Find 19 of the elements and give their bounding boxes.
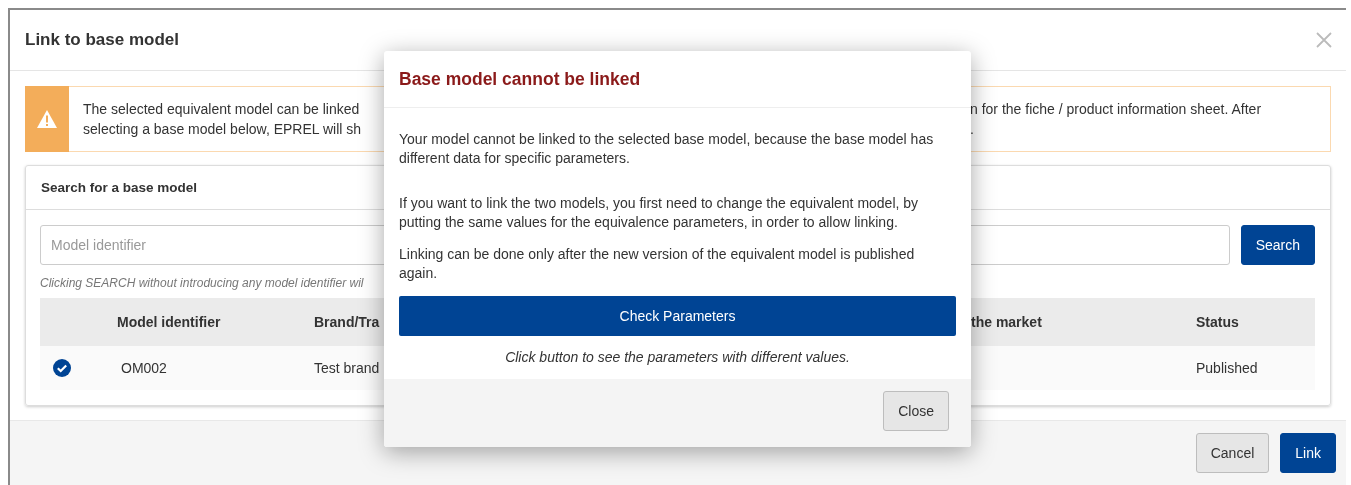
alert-text: selecting a base model below, EPREL will sh	[83, 121, 363, 137]
column-header: Model identifier	[117, 314, 222, 330]
table-cell-text: Test brand	[314, 360, 381, 376]
alert-text: .	[970, 121, 975, 137]
dialog-title: Link to base model	[25, 30, 179, 50]
modal-hint: Click button to see the parameters with different values.	[504, 349, 851, 365]
column-header: Brand/Tra	[314, 314, 381, 330]
card-title: Search for a base model	[41, 180, 198, 195]
alert-text: n for the fiche / product information sheet. After	[970, 101, 1263, 117]
search-hint: Clicking SEARCH without introducing any model identifier wil	[40, 276, 365, 290]
modal-paragraph: If you want to link the two models, you first need to change the equivalent model, by putting the same values for the equivalence parameters, in order to allow linking.	[399, 194, 920, 232]
column-header: the market	[971, 314, 1043, 330]
alert-text: The selected equivalent model can be linked	[83, 101, 361, 117]
column-header: Status	[1196, 314, 1240, 330]
table-cell-text: Published	[1196, 360, 1259, 376]
modal-paragraph: Linking can be done only after the new version of the equivalent model is published again.	[399, 245, 916, 283]
modal-title: Base model cannot be linked	[399, 68, 641, 90]
table-cell-text: OM002	[120, 360, 168, 376]
modal-paragraph: Your model cannot be linked to the selected base model, because the base model has different data for specific parameters.	[399, 130, 935, 168]
